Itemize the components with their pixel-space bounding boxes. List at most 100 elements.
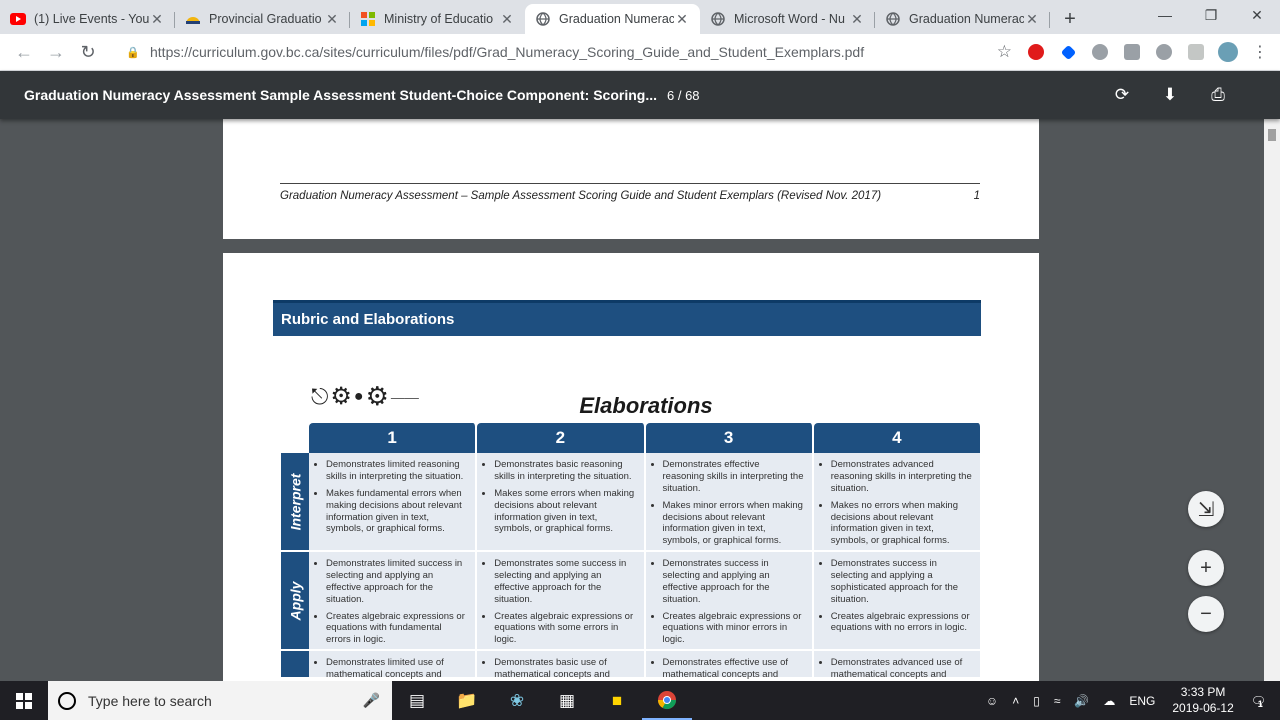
- tab-title: Graduation Numerac: [909, 12, 1024, 26]
- zoom-in-button[interactable]: +: [1188, 550, 1224, 586]
- profile-avatar[interactable]: [1212, 36, 1244, 68]
- rubric-cell: Demonstrates advanced use of mathematica…: [813, 651, 982, 680]
- paint-icon[interactable]: ❀: [492, 681, 542, 720]
- tab-close-icon[interactable]: ✕: [499, 11, 515, 28]
- scrollbar-thumb[interactable]: [1268, 129, 1276, 141]
- volume-icon[interactable]: 🔊: [1067, 694, 1096, 708]
- microphone-icon[interactable]: 🎤: [363, 692, 380, 709]
- rotate-icon[interactable]: ⟳: [1110, 83, 1134, 107]
- file-explorer-icon[interactable]: 📁: [442, 681, 492, 720]
- tab-list: (1) Live Events - YouT ✕ Provincial Gradua…: [0, 0, 1050, 34]
- youtube-icon: [10, 11, 26, 27]
- footer-page-number: 1: [973, 190, 980, 202]
- back-button[interactable]: ←: [8, 36, 40, 68]
- browser-tab[interactable]: Ministry of Educatio ✕: [350, 4, 525, 34]
- rubric-cell: Demonstrates success in selecting and ap…: [813, 552, 982, 649]
- search-placeholder: Type here to search: [88, 692, 212, 709]
- people-icon[interactable]: ☺: [979, 694, 1005, 708]
- pdf-title: Graduation Numeracy Assessment Sample As…: [24, 87, 657, 103]
- new-tab-button[interactable]: +: [1056, 4, 1084, 34]
- bookmark-star-icon[interactable]: ☆: [997, 42, 1012, 62]
- rubric-row: Apply Demonstrates limited success in sel…: [281, 552, 982, 651]
- language-indicator[interactable]: ENG: [1122, 694, 1162, 708]
- rubric-level-header: 2: [477, 423, 646, 453]
- windows-start-icon[interactable]: [0, 681, 48, 720]
- tab-close-icon[interactable]: ✕: [324, 11, 340, 28]
- rubric-bullet: Demonstrates basic use of mathematical c…: [494, 657, 635, 681]
- rubric-bullet: Makes no errors when making decisions ab…: [831, 500, 972, 548]
- tab-separator: [1049, 12, 1050, 28]
- rubric-row-label: [281, 651, 309, 677]
- task-view-icon[interactable]: ▤: [392, 681, 442, 720]
- tab-close-icon[interactable]: ✕: [149, 11, 165, 28]
- page-indicator[interactable]: 6 / 68: [667, 88, 700, 103]
- rubric-bullet: Creates algebraic expressions or equatio…: [494, 611, 635, 647]
- windows-taskbar: Type here to search 🎤 ▤ 📁 ❀ ▦ ■ ☺ ˄ ▯ ≈ …: [0, 681, 1280, 720]
- rubric-bullet: Demonstrates limited use of mathematical…: [326, 657, 467, 681]
- rubric-bullet: Demonstrates some success in selecting a…: [494, 558, 635, 606]
- pdf-viewer[interactable]: Graduation Numeracy Assessment – Sample …: [0, 119, 1264, 681]
- rubric-row: Interpret Demonstrates limited reasoning …: [281, 453, 982, 552]
- download-icon[interactable]: ⬇: [1158, 83, 1182, 107]
- rubric-bullet: Demonstrates limited success in selectin…: [326, 558, 467, 606]
- tab-close-icon[interactable]: ✕: [1024, 11, 1040, 28]
- dropbox-extension-icon[interactable]: [1052, 36, 1084, 68]
- rubric-cell: Demonstrates basic reasoning skills in i…: [477, 453, 646, 550]
- rubric-bullet: Makes fundamental errors when making dec…: [326, 488, 467, 536]
- pdf-page-current: Rubric and Elaborations ⎋ ⚙ ● ⚙ —— Elaborati…: [223, 253, 1039, 681]
- rubric-row: Demonstrates limited use of mathematical…: [281, 651, 982, 681]
- browser-tab[interactable]: Graduation Numerac ✕: [875, 4, 1050, 34]
- browser-tab[interactable]: (1) Live Events - YouT ✕: [0, 4, 175, 34]
- opera-extension-icon[interactable]: [1020, 36, 1052, 68]
- address-bar[interactable]: 🔒 https://curriculum.gov.bc.ca/sites/cur…: [116, 38, 1020, 66]
- tab-close-icon[interactable]: ✕: [674, 11, 690, 28]
- rubric-cell: Demonstrates limited reasoning skills in…: [309, 453, 478, 550]
- browser-tab[interactable]: Microsoft Word - Nu ✕: [700, 4, 875, 34]
- tab-close-icon[interactable]: ✕: [849, 11, 865, 28]
- tab-strip: (1) Live Events - YouT ✕ Provincial Gradua…: [0, 0, 1280, 34]
- rubric-cell: Demonstrates success in selecting and ap…: [645, 552, 814, 649]
- cast-extension-icon[interactable]: [1180, 36, 1212, 68]
- rubric-cell: Demonstrates advanced reasoning skills i…: [813, 453, 982, 550]
- browser-tab[interactable]: Graduation Numerac ✕: [525, 4, 700, 34]
- close-window-button[interactable]: ✕: [1234, 0, 1280, 30]
- section-banner: Rubric and Elaborations: [273, 300, 981, 336]
- tray-expand-icon[interactable]: ˄: [1005, 694, 1026, 708]
- rubric-bullet: Creates algebraic expressions or equatio…: [326, 611, 467, 647]
- wifi-icon[interactable]: ≈: [1047, 694, 1068, 708]
- minimize-button[interactable]: —: [1142, 0, 1188, 30]
- h-extension-icon[interactable]: [1116, 36, 1148, 68]
- rubric-bullet: Demonstrates success in selecting and ap…: [663, 558, 804, 606]
- elaborations-heading: Elaborations: [579, 393, 713, 418]
- page-footer: Graduation Numeracy Assessment – Sample …: [280, 183, 980, 202]
- globe-icon: [885, 11, 901, 27]
- rubric-bullet: Creates algebraic expressions or equatio…: [831, 611, 972, 635]
- notifications-icon[interactable]: 🗨 1: [1244, 694, 1280, 709]
- skype-extension-icon[interactable]: [1084, 36, 1116, 68]
- menu-kebab-icon[interactable]: ⋮: [1244, 36, 1276, 68]
- browser-tab[interactable]: Provincial Graduatio ✕: [175, 4, 350, 34]
- tab-title: Graduation Numerac: [559, 12, 674, 26]
- clock[interactable]: 3:33 PM 2019-06-12: [1162, 685, 1243, 716]
- taskbar-search[interactable]: Type here to search 🎤: [48, 681, 392, 720]
- fit-page-button[interactable]: ⇲: [1188, 491, 1224, 527]
- browser-toolbar: ← → ↻ 🔒 https://curriculum.gov.bc.ca/sit…: [0, 34, 1280, 71]
- lock-icon: 🔒: [126, 46, 140, 59]
- battery-icon[interactable]: ▯: [1026, 694, 1047, 708]
- zoom-out-button[interactable]: −: [1188, 596, 1224, 632]
- calculator-icon[interactable]: ▦: [542, 681, 592, 720]
- circle-extension-icon[interactable]: [1148, 36, 1180, 68]
- tab-title: Microsoft Word - Nu: [734, 12, 845, 26]
- sticky-notes-icon[interactable]: ■: [592, 681, 642, 720]
- rubric-bullet: Demonstrates success in selecting and ap…: [831, 558, 972, 606]
- print-icon[interactable]: ⎙: [1206, 83, 1230, 107]
- globe-icon: [710, 11, 726, 27]
- forward-button[interactable]: →: [40, 36, 72, 68]
- onedrive-icon[interactable]: ☁: [1096, 694, 1122, 708]
- vertical-scrollbar[interactable]: [1264, 71, 1280, 681]
- rubric-bullet: Demonstrates basic reasoning skills in i…: [494, 459, 635, 483]
- maximize-button[interactable]: ❐: [1188, 0, 1234, 30]
- reload-button[interactable]: ↻: [72, 36, 104, 68]
- rubric-level-header: 1: [309, 423, 478, 453]
- chrome-icon[interactable]: [642, 681, 692, 720]
